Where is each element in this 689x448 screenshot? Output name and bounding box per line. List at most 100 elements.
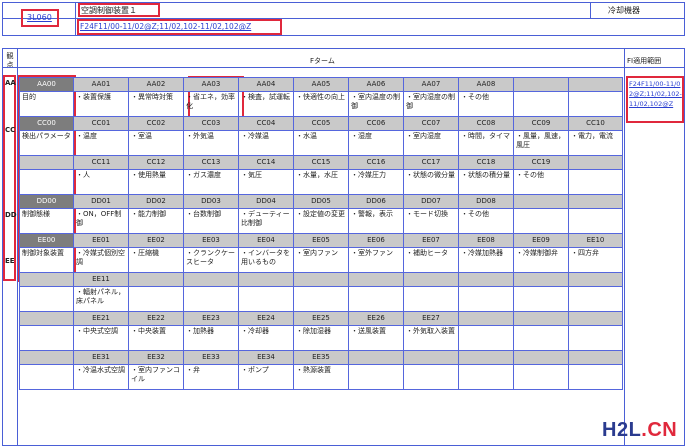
fterm-code: CC11 (73, 155, 129, 170)
fterm-description: ・台数制御 (183, 208, 239, 234)
fterm-description: ・冷媒加熱器 (458, 247, 514, 273)
fterm-header: Fターム (310, 57, 335, 65)
group-code: AA00 (19, 77, 74, 92)
fi-applicable-link[interactable]: F24F11/00-11/02@Z;11/02,102-11/02,102@Z (629, 79, 683, 109)
fterm-description: ・電力，電流 (568, 130, 623, 156)
fterm-code: EE02 (128, 233, 184, 248)
empty-code-cell (238, 272, 294, 287)
header-divider-v2 (590, 2, 591, 18)
header-divider-v (75, 2, 76, 36)
fterm-code: EE11 (73, 272, 129, 287)
fterm-description: ・室内湿度の制御 (403, 91, 459, 117)
empty-text-cell (458, 364, 514, 390)
fterm-description: ・状態の積分量 (458, 169, 514, 195)
fterm-description: ・補助ヒータ (403, 247, 459, 273)
group-code-spacer (19, 350, 74, 365)
fterm-code: EE04 (238, 233, 294, 248)
fterm-description: ・冷温水式空調 (73, 364, 129, 390)
empty-code-cell (293, 272, 349, 287)
fterm-code: EE05 (293, 233, 349, 248)
fterm-code: EE23 (183, 311, 239, 326)
fterm-description: ・インバータを用いるもの (238, 247, 294, 273)
text-row: ・人 ・使用熱量 ・ガス濃度 ・気圧 ・水量，水圧 ・冷媒圧力 ・状態の微分量 ・状態の積分量… (19, 169, 623, 195)
fterm-code: EE07 (403, 233, 459, 248)
empty-text-cell (458, 325, 514, 351)
fterm-code: AA04 (238, 77, 294, 92)
text-row: 検出パラメータ ・温度 ・室温 ・外気温 ・冷媒温 ・水温 ・湿度 ・室内湿度 ・時間，タイマ・… (19, 130, 623, 156)
fterm-description: ・水量，水圧 (293, 169, 349, 195)
fterm-code: AA08 (458, 77, 514, 92)
grid-body: AA00 AA01 AA02 AA03 AA04 AA05 AA06 AA07 AA08 目的 ・装… (19, 77, 623, 390)
fterm-description: ・熱源装置 (293, 364, 349, 390)
code-row: EE31 EE32 EE33 EE34 EE35 (19, 350, 623, 365)
fterm-code: EE35 (293, 350, 349, 365)
fterm-description: ・送風装置 (348, 325, 404, 351)
empty-text-cell (568, 325, 623, 351)
empty-code-cell (568, 77, 623, 92)
empty-code-cell (568, 311, 623, 326)
fterm-code: CC06 (348, 116, 404, 131)
empty-text-cell (568, 208, 623, 234)
fterm-code: DD08 (458, 194, 514, 209)
viewpoint-key-dd: DD (5, 211, 17, 219)
fterm-code: DD02 (128, 194, 184, 209)
fterm-description: ・モード切換 (403, 208, 459, 234)
fterm-code: DD04 (238, 194, 294, 209)
theme-category: 冷却機器 (608, 6, 640, 15)
fterm-code: EE09 (513, 233, 569, 248)
group-title-spacer (19, 169, 74, 195)
fterm-description: ・その他 (513, 169, 569, 195)
fterm-description: ・除加湿器 (293, 325, 349, 351)
fterm-grid: AA00 AA01 AA02 AA03 AA04 AA05 AA06 AA07 AA08 目的 ・装… (19, 77, 623, 390)
empty-code-cell (403, 350, 459, 365)
fterm-description: ・その他 (458, 208, 514, 234)
fterm-code: EE24 (238, 311, 294, 326)
theme-code-link[interactable]: 3L060 (27, 13, 52, 22)
fterm-description: ・室外ファン (348, 247, 404, 273)
fterm-code: AA06 (348, 77, 404, 92)
fterm-description: ・能力制御 (128, 208, 184, 234)
fterm-code: DD01 (73, 194, 129, 209)
fterm-code: CC13 (183, 155, 239, 170)
fterm-code: DD06 (348, 194, 404, 209)
code-row: EE00 EE01 EE02 EE03 EE04 EE05 EE06 EE07 EE08 EE09… (19, 233, 623, 248)
fterm-description: ・クランクケースヒータ (183, 247, 239, 273)
fterm-description: ・異常時対策 (128, 91, 184, 117)
fterm-description: ・冷却器 (238, 325, 294, 351)
empty-text-cell (513, 91, 569, 117)
empty-text-cell (348, 286, 404, 312)
fterm-code: CC09 (513, 116, 569, 131)
fterm-description: ・設定値の変更 (293, 208, 349, 234)
theme-name: 空調制御装置１ (81, 6, 137, 15)
fterm-description: ・快適性の向上 (293, 91, 349, 117)
fterm-code: EE01 (73, 233, 129, 248)
fterm-code: CC03 (183, 116, 239, 131)
fterm-description: ・ON，OFF制御 (73, 208, 129, 234)
code-row: CC00 CC01 CC02 CC03 CC04 CC05 CC06 CC07 CC08 CC09… (19, 116, 623, 131)
viewpoint-key-cc: CC (5, 126, 16, 134)
fterm-description: ・四方弁 (568, 247, 623, 273)
group-title: 制御態様 (19, 208, 74, 234)
fterm-code: CC05 (293, 116, 349, 131)
fterm-code: CC12 (128, 155, 184, 170)
fi-col-divider (624, 48, 625, 446)
fterm-description: ・外気取入装置 (403, 325, 459, 351)
group-title: 目的 (19, 91, 74, 117)
viewpoint-key-ee: EE (5, 257, 15, 265)
empty-code-cell (513, 77, 569, 92)
fterm-description: ・冷媒式個別空調 (73, 247, 129, 273)
empty-code-cell (513, 311, 569, 326)
fterm-description: ・室内湿度 (403, 130, 459, 156)
fterm-code: AA02 (128, 77, 184, 92)
fi-range-link[interactable]: F24F11/00-11/02@Z;11/02,102-11/02,102@Z (80, 22, 251, 31)
fterm-description: ・警報，表示 (348, 208, 404, 234)
group-title-spacer (19, 364, 74, 390)
fterm-code: DD05 (293, 194, 349, 209)
text-row: ・冷温水式空調 ・室内ファンコイル ・弁 ・ポンプ ・熱源装置 (19, 364, 623, 390)
table-header-divider (2, 67, 685, 68)
fterm-code: AA03 (183, 77, 239, 92)
fterm-code: DD03 (183, 194, 239, 209)
fterm-description: ・室内温度の制御 (348, 91, 404, 117)
empty-code-cell (568, 272, 623, 287)
watermark-main: H2L (602, 419, 642, 441)
